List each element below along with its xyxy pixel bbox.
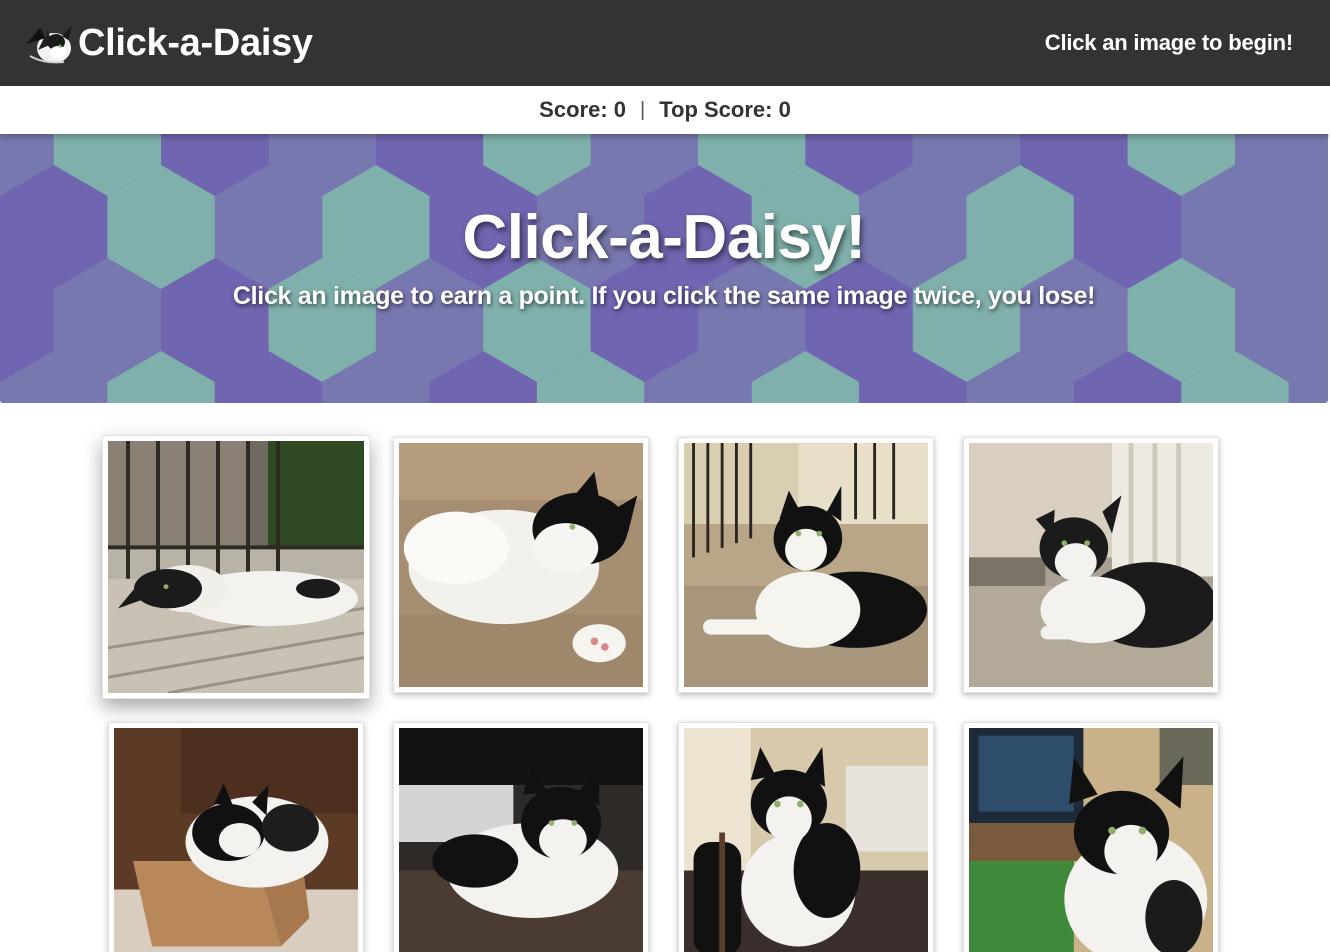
hero-title: Click-a-Daisy! bbox=[462, 203, 866, 272]
scoreboard: Score: 0 | Top Score: 0 bbox=[0, 86, 1330, 134]
cat-photo-1 bbox=[108, 441, 364, 693]
cat-photo-5 bbox=[114, 728, 358, 952]
image-card-7[interactable] bbox=[678, 722, 934, 952]
cat-photo-6 bbox=[399, 728, 643, 952]
cat-photo-3 bbox=[684, 443, 928, 687]
game-status-message: Click an image to begin! bbox=[1044, 30, 1293, 55]
cat-photo-7 bbox=[684, 728, 928, 952]
cat-photo-8 bbox=[969, 728, 1213, 952]
brand[interactable]: Click-a-Daisy bbox=[18, 18, 313, 68]
cat-photo-2 bbox=[399, 443, 643, 687]
image-card-6[interactable] bbox=[393, 722, 649, 952]
navbar: Click-a-Daisy Click an image to begin! bbox=[0, 0, 1330, 86]
image-card-2[interactable] bbox=[393, 437, 649, 693]
image-card-1[interactable] bbox=[102, 435, 370, 699]
cat-logo-icon bbox=[26, 26, 72, 64]
hero-subtitle: Click an image to earn a point. If you c… bbox=[232, 282, 1096, 310]
image-card-4[interactable] bbox=[963, 437, 1219, 693]
hero-banner: Click-a-Daisy! Click an image to earn a … bbox=[0, 134, 1328, 403]
brand-title: Click-a-Daisy bbox=[78, 21, 313, 64]
image-card-5[interactable] bbox=[108, 722, 364, 952]
top-score-label: Top Score: 0 bbox=[659, 97, 791, 122]
image-card-8[interactable] bbox=[963, 722, 1219, 952]
cat-photo-4 bbox=[969, 443, 1213, 687]
image-gallery bbox=[0, 403, 1330, 952]
image-card-3[interactable] bbox=[678, 437, 934, 693]
score-label: Score: 0 bbox=[539, 97, 626, 122]
score-separator: | bbox=[640, 98, 646, 121]
